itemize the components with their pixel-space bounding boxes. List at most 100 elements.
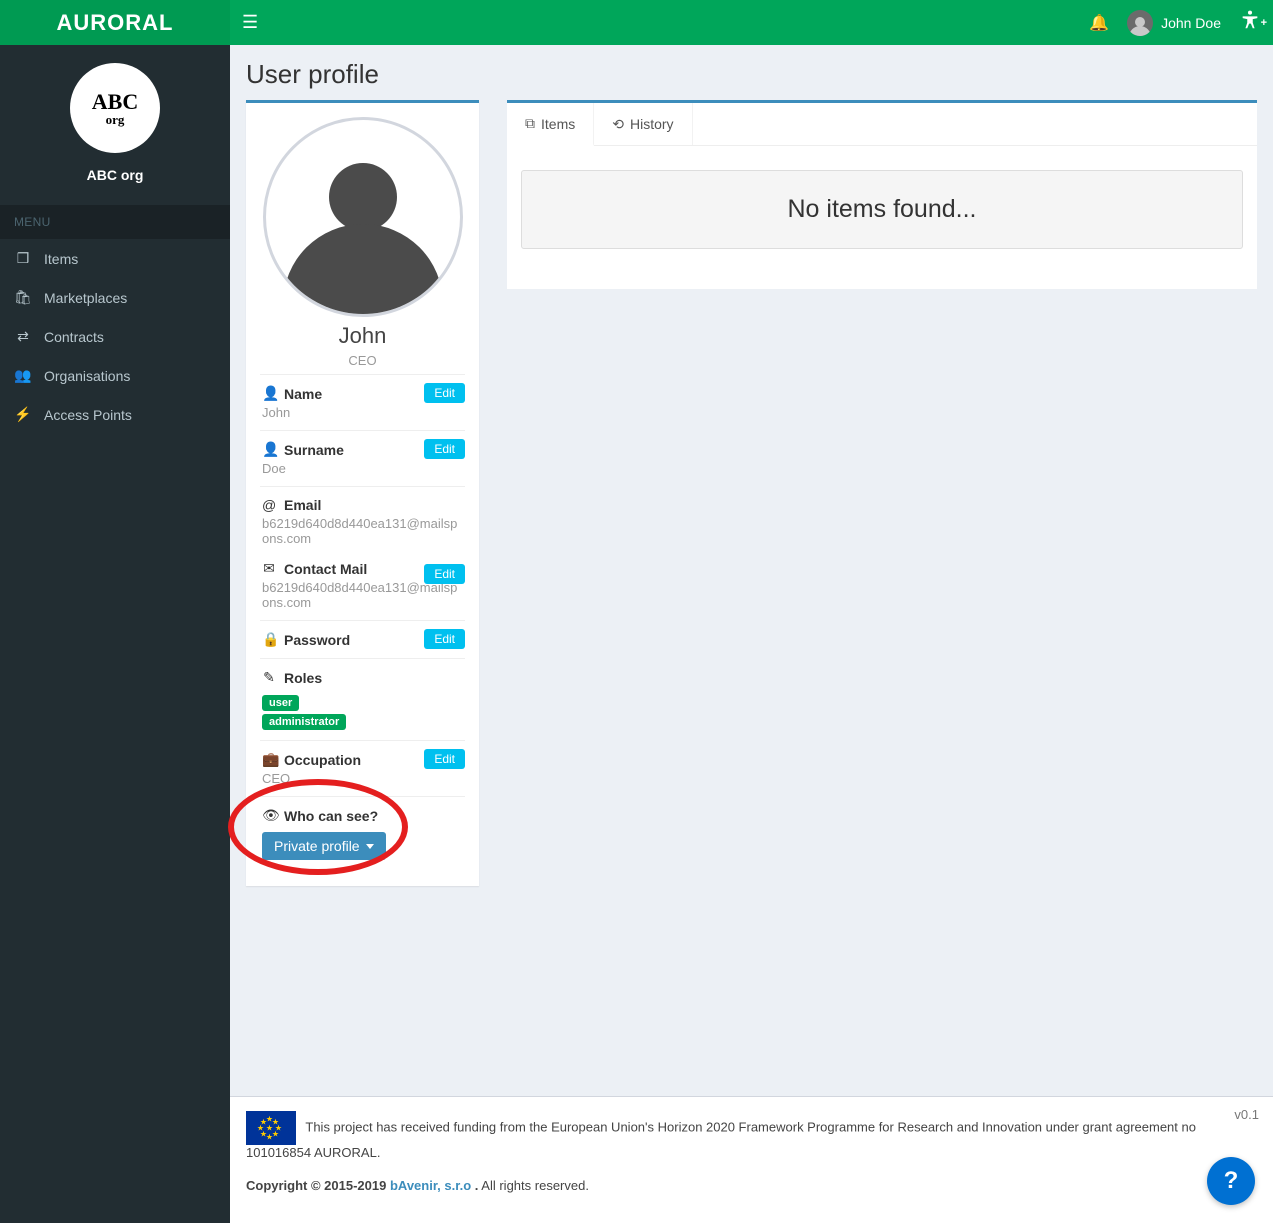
- handshake-icon: ⇄: [14, 328, 32, 345]
- org-logo[interactable]: ABC org: [70, 63, 160, 153]
- person-icon: 👤: [262, 385, 276, 402]
- eu-flag-icon: [246, 1111, 296, 1145]
- chevron-down-icon: [366, 844, 374, 849]
- profile-display-name: John: [254, 323, 471, 349]
- field-label: Contact Mail: [284, 561, 367, 577]
- help-fab[interactable]: ?: [1207, 1157, 1255, 1205]
- clock-icon: ⟲: [612, 116, 624, 133]
- person-icon: 👤: [262, 441, 276, 458]
- field-roles: ✎ Roles user administrator: [260, 658, 465, 740]
- visibility-dropdown-label: Private profile: [274, 838, 360, 854]
- edit-password-button[interactable]: Edit: [424, 629, 465, 649]
- visibility-dropdown[interactable]: Private profile: [262, 832, 386, 860]
- company-link[interactable]: bAvenir, s.r.o: [390, 1178, 471, 1193]
- org-logo-text2: org: [92, 113, 138, 126]
- field-label: Who can see?: [284, 808, 378, 824]
- copyright-line: Copyright © 2015-2019 bAvenir, s.r.o . A…: [246, 1178, 1257, 1193]
- tab-history[interactable]: ⟲ History: [594, 103, 692, 145]
- sidebar-item-label: Marketplaces: [44, 290, 127, 306]
- accessibility-icon[interactable]: +: [1239, 9, 1261, 37]
- hamburger-icon[interactable]: ☰: [242, 12, 258, 33]
- header-user-name: John Doe: [1161, 15, 1221, 31]
- sidebar-item-label: Organisations: [44, 368, 130, 384]
- sidebar-item-label: Access Points: [44, 407, 132, 423]
- edit-surname-button[interactable]: Edit: [424, 439, 465, 459]
- plus-icon: +: [1261, 17, 1267, 29]
- top-right: 🔔 John Doe +: [1089, 9, 1261, 37]
- empty-state: No items found...: [521, 170, 1243, 249]
- edit-occupation-button[interactable]: Edit: [424, 749, 465, 769]
- envelope-icon: ✉: [262, 560, 276, 577]
- field-email: @ Email b6219d640d8d440ea131@mailspons.co…: [260, 486, 465, 556]
- tab-card: ⧉ Items ⟲ History No items found...: [507, 100, 1257, 289]
- at-icon: @: [262, 497, 276, 513]
- sidebar-item-marketplaces[interactable]: 🛍 Marketplaces: [0, 278, 230, 317]
- field-occupation: Edit 💼 Occupation CEO: [260, 740, 465, 796]
- org-name: ABC org: [10, 167, 220, 183]
- top-header: AURORAL ☰ 🔔 John Doe +: [0, 0, 1273, 45]
- group-icon: 👥: [14, 367, 32, 384]
- footer: v0.1 This project has received funding f…: [230, 1096, 1273, 1223]
- sidebar-item-contracts[interactable]: ⇄ Contracts: [0, 317, 230, 356]
- org-block: ABC org ABC org: [0, 45, 230, 205]
- briefcase-icon: 💼: [262, 751, 276, 768]
- profile-card: John CEO Edit 👤 Name John Edit 👤 Surname D…: [246, 100, 479, 886]
- edit-icon: ✎: [262, 669, 276, 686]
- field-label: Name: [284, 386, 322, 402]
- copy-icon: ⧉: [525, 115, 535, 132]
- field-label: Email: [284, 497, 321, 513]
- profile-display-role: CEO: [254, 353, 471, 368]
- field-value: CEO: [262, 771, 463, 786]
- field-contact-mail: Edit ✉ Contact Mail b6219d640d8d440ea131@…: [260, 556, 465, 620]
- copyright-suffix: All rights reserved.: [481, 1178, 589, 1193]
- menu-header: MENU: [0, 205, 230, 239]
- sidebar-item-label: Items: [44, 251, 78, 267]
- field-value: Doe: [262, 461, 463, 476]
- funding-text: This project has received funding from t…: [246, 1119, 1196, 1160]
- role-badge: user: [262, 695, 299, 711]
- field-password: Edit 🔒 Password: [260, 620, 465, 658]
- org-logo-text1: ABC: [92, 89, 138, 114]
- main-column: User profile John CEO Edit 👤 Name John: [230, 45, 1273, 1223]
- cube-icon: ❒: [14, 250, 32, 267]
- avatar-icon: [1127, 10, 1153, 36]
- dot: .: [475, 1178, 479, 1193]
- sidebar-item-organisations[interactable]: 👥 Organisations: [0, 356, 230, 395]
- field-value: John: [262, 405, 463, 420]
- field-visibility: 👁 Who can see? Private profile: [260, 796, 465, 870]
- tab-label: History: [630, 116, 674, 132]
- content: User profile John CEO Edit 👤 Name John: [230, 45, 1273, 1096]
- field-surname: Edit 👤 Surname Doe: [260, 430, 465, 486]
- user-menu[interactable]: John Doe: [1127, 10, 1221, 36]
- lock-icon: 🔒: [262, 631, 276, 648]
- right-column: ⧉ Items ⟲ History No items found...: [507, 100, 1257, 289]
- tab-label: Items: [541, 116, 575, 132]
- edit-name-button[interactable]: Edit: [424, 383, 465, 403]
- plug-icon: ⚡: [14, 406, 32, 423]
- sidebar: ABC org ABC org MENU ❒ Items 🛍 Marketpla…: [0, 45, 230, 1223]
- top-nav: ☰ 🔔 John Doe +: [230, 0, 1273, 45]
- tab-bar: ⧉ Items ⟲ History: [507, 103, 1257, 146]
- copyright-prefix: Copyright © 2015-2019: [246, 1178, 390, 1193]
- field-label: Roles: [284, 670, 322, 686]
- sidebar-item-label: Contracts: [44, 329, 104, 345]
- basket-icon: 🛍: [14, 289, 32, 306]
- eye-icon: 👁: [262, 807, 276, 824]
- role-badge: administrator: [262, 714, 346, 730]
- field-name: Edit 👤 Name John: [260, 374, 465, 430]
- sidebar-item-items[interactable]: ❒ Items: [0, 239, 230, 278]
- profile-avatar: [263, 117, 463, 317]
- brand-logo[interactable]: AURORAL: [0, 0, 230, 45]
- page-title: User profile: [246, 59, 1257, 90]
- edit-contact-button[interactable]: Edit: [424, 564, 465, 584]
- field-value: b6219d640d8d440ea131@mailspons.com: [262, 516, 463, 546]
- field-label: Surname: [284, 442, 344, 458]
- version-label: v0.1: [1234, 1107, 1259, 1122]
- tab-body: No items found...: [507, 146, 1257, 289]
- bell-icon[interactable]: 🔔: [1089, 13, 1109, 33]
- field-label: Password: [284, 632, 350, 648]
- tab-items[interactable]: ⧉ Items: [507, 103, 594, 146]
- sidebar-item-access-points[interactable]: ⚡ Access Points: [0, 395, 230, 434]
- field-label: Occupation: [284, 752, 361, 768]
- field-value: b6219d640d8d440ea131@mailspons.com: [262, 580, 463, 610]
